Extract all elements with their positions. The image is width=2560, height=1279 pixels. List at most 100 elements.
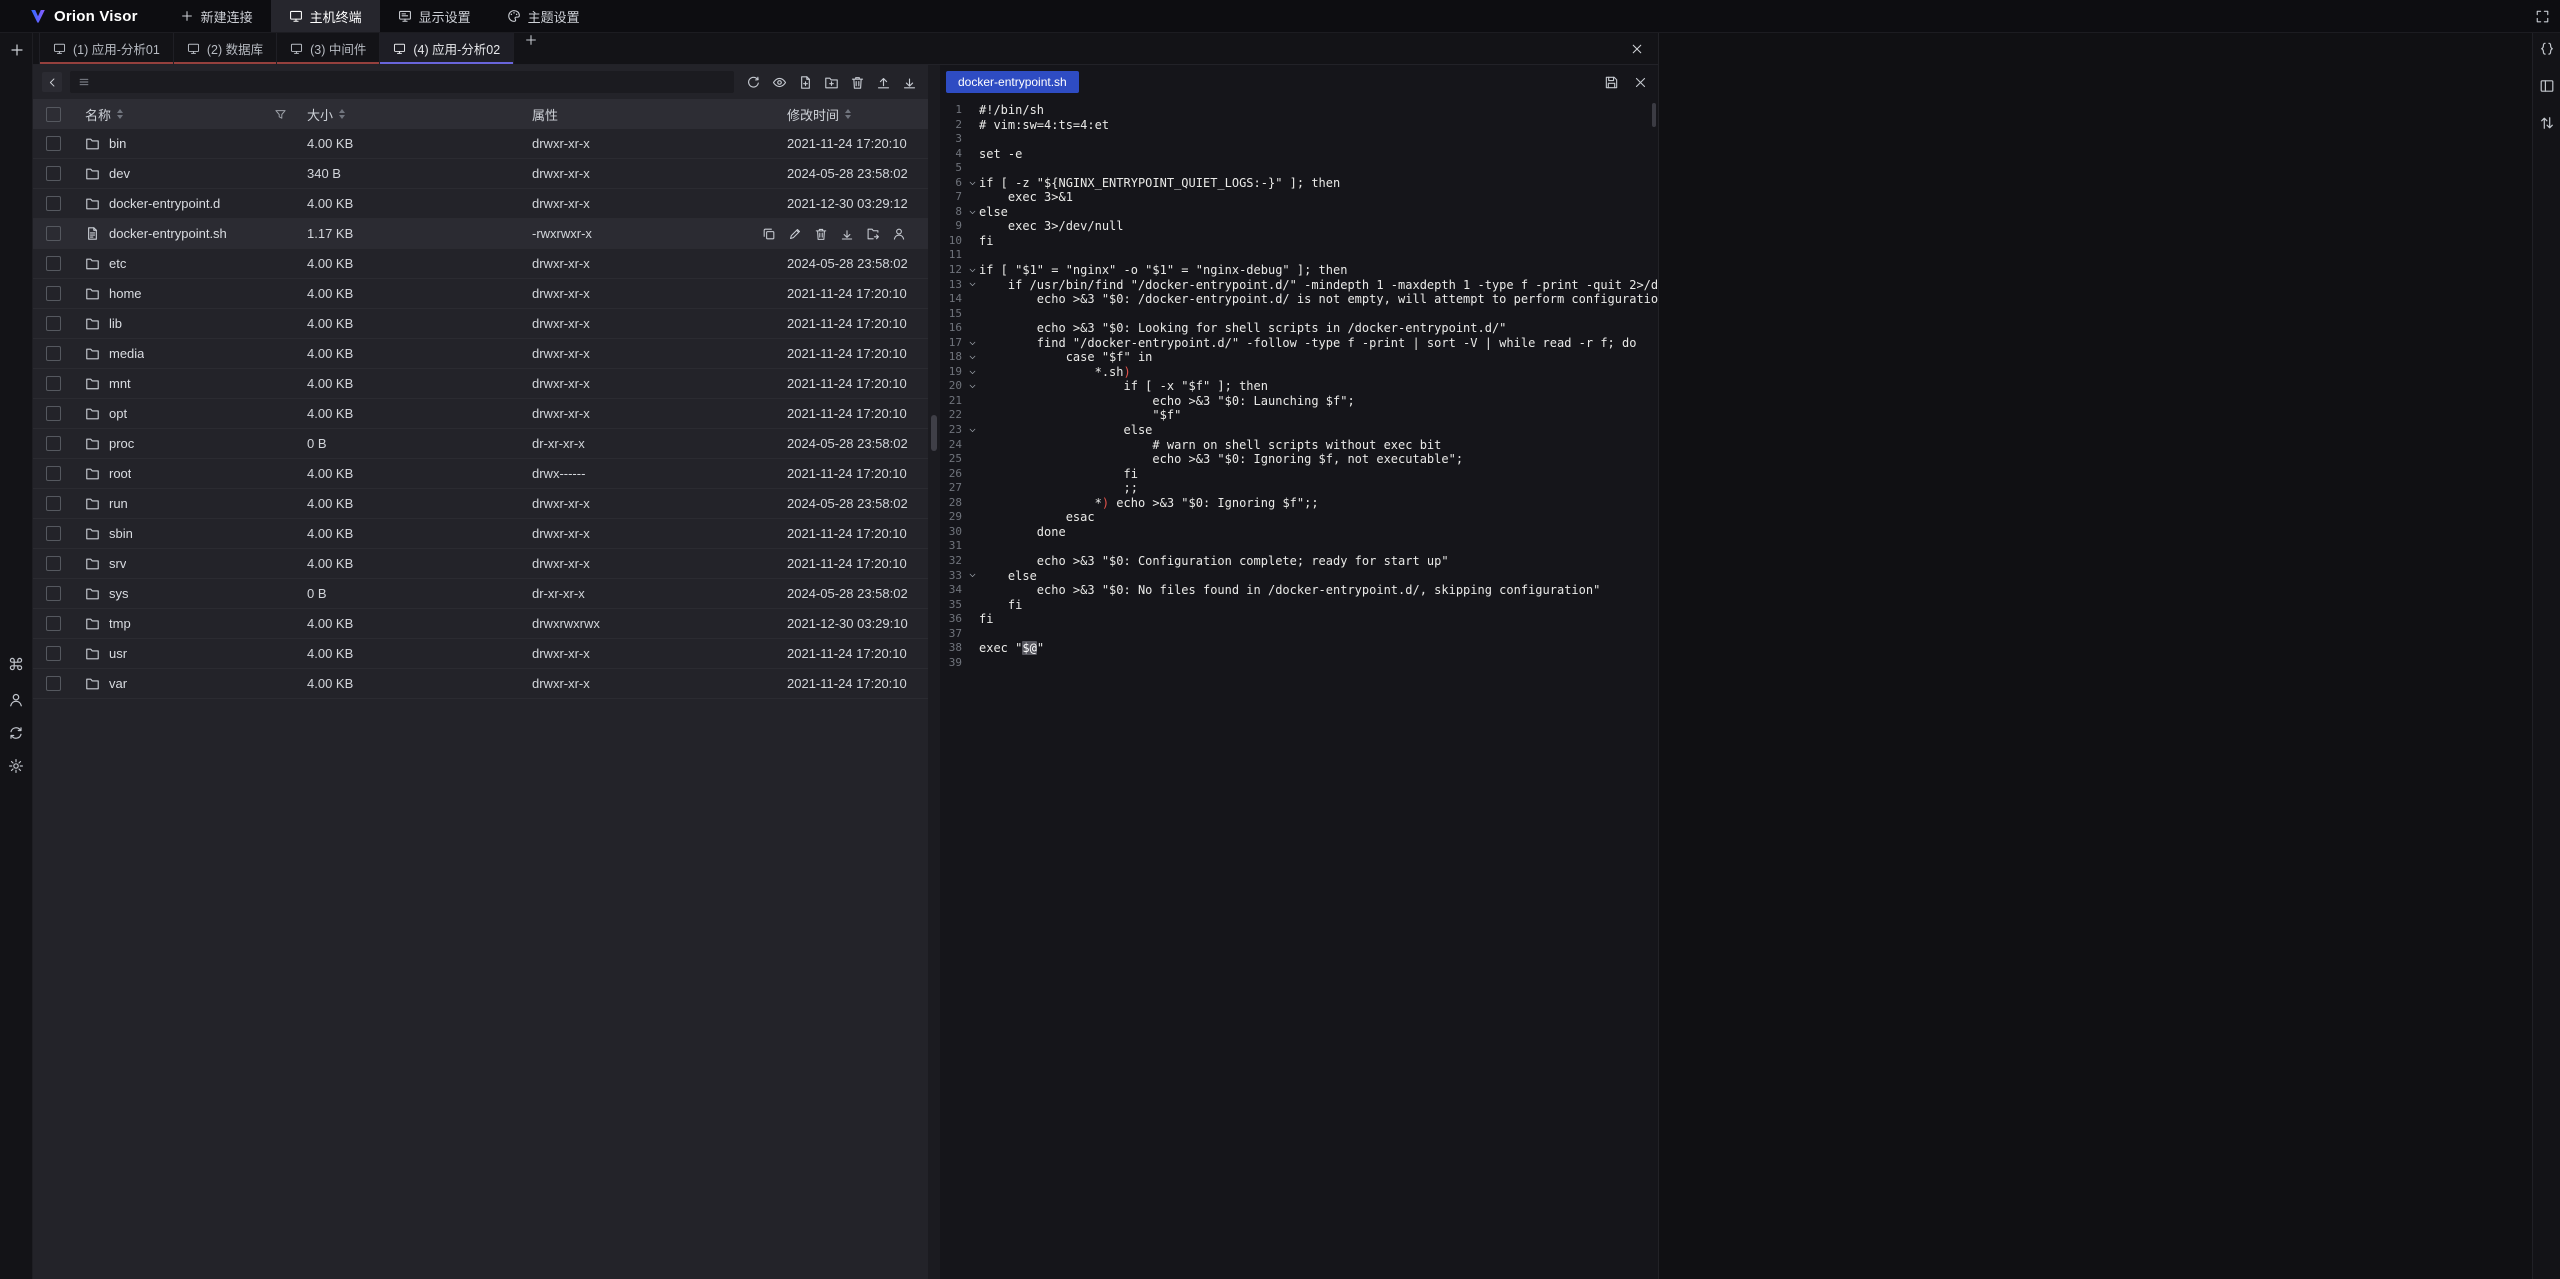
fold-icon[interactable] [968,353,977,362]
terminal-tab-2[interactable]: (2) 数据库 [174,33,277,64]
file-name[interactable]: opt [85,406,127,421]
select-all-checkbox[interactable] [46,107,61,122]
fold-toggle[interactable] [965,278,979,293]
file-name[interactable]: lib [85,316,122,331]
path-input[interactable] [97,74,726,90]
file-name[interactable]: media [85,346,144,361]
splitter-handle[interactable] [931,415,937,451]
table-row[interactable]: root4.00 KBdrwx------2021-11-24 17:20:10 [33,459,928,489]
download-icon[interactable] [840,227,854,241]
fullscreen-icon[interactable] [2535,9,2550,24]
table-row[interactable]: docker-entrypoint.d4.00 KBdrwxr-xr-x2021… [33,189,928,219]
file-name[interactable]: home [85,286,142,301]
table-row[interactable]: home4.00 KBdrwxr-xr-x2021-11-24 17:20:10 [33,279,928,309]
file-name[interactable]: docker-entrypoint.sh [85,226,227,241]
file-name[interactable]: proc [85,436,134,451]
row-checkbox[interactable] [46,256,61,271]
column-header-size[interactable]: 大小 [303,105,528,124]
table-row[interactable]: tmp4.00 KBdrwxrwxrwx2021-12-30 03:29:10 [33,609,928,639]
file-name[interactable]: etc [85,256,126,271]
row-checkbox[interactable] [46,436,61,451]
fold-icon[interactable] [968,382,977,391]
table-row[interactable]: lib4.00 KBdrwxr-xr-x2021-11-24 17:20:10 [33,309,928,339]
row-checkbox[interactable] [46,616,61,631]
sort-asc-icon[interactable] [117,109,123,113]
fold-icon[interactable] [968,266,977,275]
row-checkbox[interactable] [46,166,61,181]
file-name[interactable]: docker-entrypoint.d [85,196,220,211]
sort-desc-icon[interactable] [845,115,851,119]
back-button[interactable] [42,72,62,92]
file-name[interactable]: root [85,466,131,481]
table-row[interactable]: run4.00 KBdrwxr-xr-x2024-05-28 23:58:02 [33,489,928,519]
fold-toggle[interactable] [965,176,979,191]
row-checkbox[interactable] [46,526,61,541]
row-checkbox[interactable] [46,286,61,301]
row-checkbox[interactable] [46,226,61,241]
app-logo[interactable]: Orion Visor [30,8,138,25]
fold-toggle[interactable] [965,379,979,394]
sort-control[interactable] [339,109,345,119]
table-row[interactable]: docker-entrypoint.sh1.17 KB-rwxrwxr-x [33,219,928,249]
table-row[interactable]: proc0 Bdr-xr-xr-x2024-05-28 23:58:02 [33,429,928,459]
copy-icon[interactable] [762,227,776,241]
fold-toggle[interactable] [965,365,979,380]
nav-item-new-connection[interactable]: 新建连接 [162,0,271,32]
delete-icon[interactable] [850,75,865,90]
file-name[interactable]: sys [85,586,129,601]
upload-icon[interactable] [876,75,891,90]
file-name[interactable]: run [85,496,128,511]
row-checkbox[interactable] [46,556,61,571]
fold-icon[interactable] [968,339,977,348]
file-name[interactable]: dev [85,166,130,181]
file-name[interactable]: bin [85,136,126,151]
file-name[interactable]: tmp [85,616,131,631]
file-name[interactable]: usr [85,646,127,661]
row-checkbox[interactable] [46,676,61,691]
terminal-screen[interactable] [1658,33,2532,1279]
table-row[interactable]: opt4.00 KBdrwxr-xr-x2021-11-24 17:20:10 [33,399,928,429]
new-folder-icon[interactable] [824,75,839,90]
transfer-icon[interactable] [2539,115,2555,131]
fold-icon[interactable] [968,368,977,377]
close-panel-button[interactable] [1630,42,1644,56]
row-checkbox[interactable] [46,406,61,421]
row-checkbox[interactable] [46,376,61,391]
move-icon[interactable] [866,227,880,241]
editor-scrollbar[interactable] [1652,103,1656,127]
table-row[interactable]: srv4.00 KBdrwxr-xr-x2021-11-24 17:20:10 [33,549,928,579]
row-checkbox[interactable] [46,196,61,211]
snippet-icon[interactable] [2539,41,2555,57]
nav-item-display-settings[interactable]: 显示设置 [380,0,489,32]
fold-icon[interactable] [968,571,977,580]
row-checkbox[interactable] [46,346,61,361]
user-icon[interactable] [8,692,24,708]
new-terminal-tab-button[interactable] [514,33,548,47]
terminal-tab-4[interactable]: (4) 应用-分析02 [380,33,514,64]
table-row[interactable]: dev340 Bdrwxr-xr-x2024-05-28 23:58:02 [33,159,928,189]
row-checkbox[interactable] [46,136,61,151]
terminal-tab-1[interactable]: (1) 应用-分析01 [39,33,174,64]
row-checkbox[interactable] [46,586,61,601]
table-row[interactable]: media4.00 KBdrwxr-xr-x2021-11-24 17:20:1… [33,339,928,369]
terminal-tab-3[interactable]: (3) 中间件 [277,33,380,64]
table-row[interactable]: bin4.00 KBdrwxr-xr-x2021-11-24 17:20:10 [33,129,928,159]
column-header-name[interactable]: 名称 [73,105,303,124]
sort-control[interactable] [845,109,851,119]
table-row[interactable]: var4.00 KBdrwxr-xr-x2021-11-24 17:20:10 [33,669,928,699]
fold-icon[interactable] [968,426,977,435]
table-row[interactable]: sbin4.00 KBdrwxr-xr-x2021-11-24 17:20:10 [33,519,928,549]
table-row[interactable]: usr4.00 KBdrwxr-xr-x2021-11-24 17:20:10 [33,639,928,669]
fold-toggle[interactable] [965,205,979,220]
table-row[interactable]: etc4.00 KBdrwxr-xr-x2024-05-28 23:58:02 [33,249,928,279]
sort-desc-icon[interactable] [339,115,345,119]
command-icon[interactable] [8,656,24,672]
nav-item-theme-settings[interactable]: 主题设置 [489,0,598,32]
layout-icon[interactable] [2539,78,2555,94]
download-icon[interactable] [902,75,917,90]
fold-icon[interactable] [968,208,977,217]
sort-asc-icon[interactable] [339,109,345,113]
sort-asc-icon[interactable] [845,109,851,113]
fold-toggle[interactable] [965,423,979,438]
panel-splitter[interactable] [928,65,940,1279]
